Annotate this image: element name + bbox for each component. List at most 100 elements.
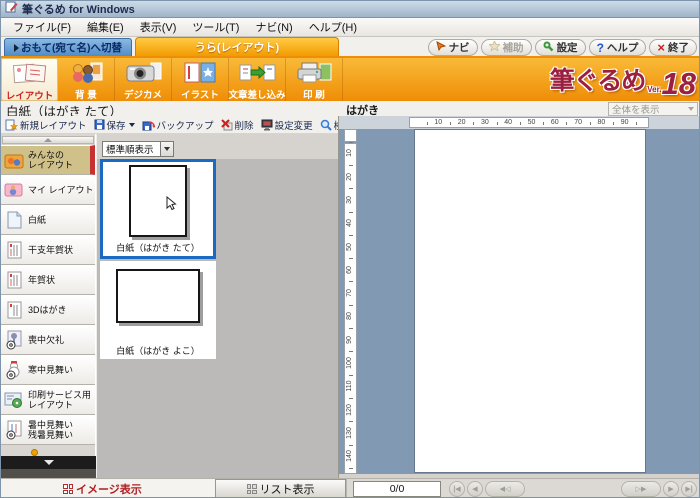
assist-button[interactable]: 補助	[481, 39, 532, 56]
status-area: 0/0 |◀ ◀ ◀◁ ▷▶ ▶ ▶|	[346, 479, 700, 498]
camera-icon	[123, 60, 163, 86]
sidebar-scroll-up[interactable]	[2, 136, 94, 144]
action-bar: 新規レイアウト 保存 バックアップ 削除 設定変更 検 索 外部データ	[1, 116, 338, 134]
sidebar-item-3d-hagaki[interactable]: 3Dはがき	[1, 295, 95, 325]
mourning-card-icon	[4, 330, 25, 350]
menu-navi[interactable]: ナビ(N)	[247, 17, 300, 37]
shared-layout-folder-icon	[4, 150, 25, 170]
menu-tools[interactable]: ツール(T)	[184, 17, 247, 37]
toolbar-illustration-button[interactable]: イラスト	[172, 58, 229, 101]
sidebar-item-my-layout[interactable]: マイ レイアウト	[1, 175, 95, 205]
menu-view[interactable]: 表示(V)	[132, 17, 185, 37]
logo-version-label: Ver.	[647, 85, 661, 94]
new-layout-button[interactable]: 新規レイアウト	[5, 118, 87, 132]
zodiac-card-icon	[4, 240, 25, 260]
main-toolbar: レイアウト 背 景 デジカメ イラスト 文章差し込み	[1, 58, 700, 101]
navi-button[interactable]: ナビ	[428, 39, 478, 56]
sort-order-dropdown[interactable]: 標準順表示	[102, 141, 174, 157]
landscape-postcard-shape	[116, 269, 200, 323]
sub-header: 白紙（はがき たて） はがき 全体を表示	[1, 101, 700, 116]
image-view-tab[interactable]: イメージ表示	[1, 479, 215, 498]
layout-icon	[10, 61, 50, 87]
ruler-corner	[344, 129, 357, 142]
save-icon	[94, 119, 105, 130]
new-layout-icon	[5, 119, 18, 131]
my-layout-folder-icon	[4, 180, 25, 200]
save-dropdown-icon	[129, 123, 135, 127]
chevron-down-icon	[164, 147, 170, 151]
settings-change-button[interactable]: 設定変更	[261, 118, 313, 132]
sidebar-item-minna-layout[interactable]: みんなの レイアウト	[1, 145, 95, 175]
zoom-dropdown[interactable]: 全体を表示	[608, 102, 698, 116]
toolbar-background-button[interactable]: 背 景	[58, 58, 115, 101]
delete-icon	[221, 119, 233, 131]
delete-button[interactable]: 削除	[221, 118, 254, 132]
chevron-down-icon	[688, 107, 694, 111]
settings-button[interactable]: 設定	[535, 39, 586, 56]
app-logo: 筆ぐるめ Ver. 18	[550, 61, 696, 97]
search-icon	[320, 119, 332, 131]
logo-version-number: 18	[662, 71, 696, 97]
menu-help[interactable]: ヘルプ(H)	[301, 17, 365, 37]
sidebar-footer	[1, 469, 96, 478]
next-group-button[interactable]: ▷▶	[621, 481, 661, 497]
toolbar-camera-button[interactable]: デジカメ	[115, 58, 172, 101]
h-ruler: 102030405060708090	[409, 117, 649, 128]
snowman-icon	[4, 360, 25, 380]
image-view-icon	[63, 484, 73, 494]
tab-front-address[interactable]: おもて(宛て名)へ切替	[4, 38, 132, 56]
window-title: 筆ぐるめ for Windows	[22, 1, 135, 17]
sidebar-item-print-service-layout[interactable]: 印刷サービス用 レイアウト	[1, 385, 95, 415]
tab-back-layout[interactable]: うら(レイアウト)	[135, 37, 339, 56]
close-icon: ×	[657, 41, 665, 54]
exit-button[interactable]: × 終了	[649, 39, 697, 56]
mouse-cursor-icon	[165, 196, 179, 212]
v-ruler: 102030405060708090100110120130140	[344, 143, 357, 474]
navi-cursor-icon	[436, 41, 446, 54]
settings-change-icon	[261, 119, 273, 131]
text-insert-icon	[237, 60, 277, 86]
menu-file[interactable]: ファイル(F)	[5, 17, 79, 37]
help-button[interactable]: ? ヘルプ	[589, 39, 647, 56]
toolbar-layout-button[interactable]: レイアウト	[1, 58, 58, 101]
summer-card-icon	[4, 420, 25, 440]
menu-edit[interactable]: 編集(E)	[79, 17, 132, 37]
backup-button[interactable]: バックアップ	[142, 118, 214, 132]
list-view-icon	[247, 484, 257, 494]
3d-postcard-icon	[4, 300, 25, 320]
star-icon	[489, 41, 500, 54]
prev-page-button[interactable]: ◀	[467, 481, 483, 497]
thumbnail-hagaki-yoko[interactable]: 白紙（はがき よこ）	[100, 261, 216, 359]
illustration-icon	[180, 60, 220, 86]
thumbnail-hagaki-tate[interactable]: 白紙（はがき たて）	[100, 159, 216, 259]
sidebar-item-eto-nengajo[interactable]: 干支年賀状	[1, 235, 95, 265]
toolbar-print-button[interactable]: 印 刷	[286, 58, 343, 101]
sidebar-scroll-down[interactable]	[1, 456, 96, 469]
first-page-button[interactable]: |◀	[449, 481, 465, 497]
prev-group-button[interactable]: ◀◁	[485, 481, 525, 497]
sidebar-item-nengajo[interactable]: 年賀状	[1, 265, 95, 295]
sidebar-item-mochu-ketsurei[interactable]: 喪中欠礼	[1, 325, 95, 355]
list-view-tab[interactable]: リスト表示	[215, 479, 346, 498]
printer-icon	[294, 60, 334, 86]
quick-buttons: ナビ 補助 設定 ? ヘルプ × 終了	[428, 39, 697, 56]
category-sidebar: みんなの レイアウト マイ レイアウト 白紙 干支年賀状 年賀状 3Dはがき 喪…	[1, 134, 96, 478]
tab-arrow-icon	[14, 44, 19, 52]
background-people-icon	[66, 60, 106, 86]
next-page-button[interactable]: ▶	[663, 481, 679, 497]
sidebar-item-shochu-mimai[interactable]: 暑中見舞い 残暑見舞い	[1, 415, 95, 445]
last-page-button[interactable]: ▶|	[681, 481, 697, 497]
sidebar-item-hakushi[interactable]: 白紙	[1, 205, 95, 235]
partial-item-icon	[31, 449, 38, 456]
tab-back-label: うら(レイアウト)	[195, 39, 279, 55]
backup-icon	[142, 119, 155, 131]
save-button[interactable]: 保存	[94, 118, 135, 132]
toolbar-text-insert-button[interactable]: 文章差し込み	[229, 58, 286, 101]
sort-dropdown-button[interactable]	[160, 142, 173, 156]
page-indicator: 0/0	[353, 481, 441, 497]
new-year-card-icon	[4, 270, 25, 290]
sidebar-item-kanchu-mimai[interactable]: 寒中見舞い	[1, 355, 95, 385]
thumbnail-panel: 標準順表示 白紙（はがき たて） 白紙（はがき よこ）	[97, 134, 338, 478]
triangle-up-icon	[44, 138, 52, 142]
wrench-icon	[543, 41, 554, 55]
